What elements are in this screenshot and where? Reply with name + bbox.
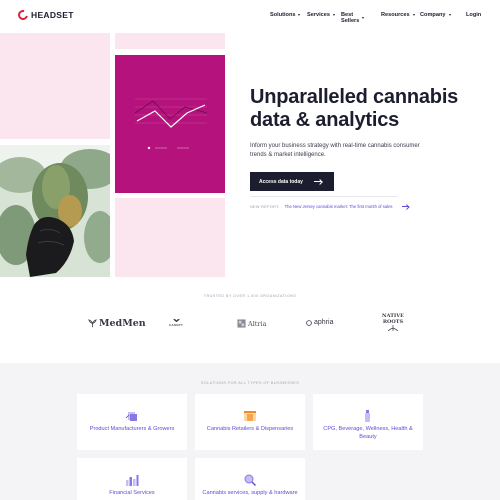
trusted-label: TRUSTED BY OVER 1,000 ORGANIZATIONS [203, 294, 297, 298]
solution-card-label: Cannabis Retailers & Dispensaries [206, 426, 294, 432]
canopy-logo-text: CANOPY [169, 323, 184, 327]
solution-card-services[interactable]: Cannabis services, supply & hardware [195, 458, 305, 500]
cannabis-photo [0, 145, 110, 277]
chevron-down-icon [412, 14, 415, 16]
nav-resources-label: Resources [381, 12, 410, 18]
magnify-icon [243, 473, 257, 486]
chevron-down-icon [333, 14, 336, 16]
chevron-down-icon [448, 14, 451, 16]
roots-icon [387, 325, 399, 331]
login-link[interactable]: Login [466, 12, 481, 18]
store-icon [243, 409, 257, 421]
arrow-right-icon [314, 181, 322, 182]
new-report-link[interactable]: NEW REPORT: The New Jersey cannabis mark… [250, 204, 409, 209]
solution-card-label: Financial Services [109, 490, 155, 496]
line-graph-illustration [134, 98, 208, 150]
solution-card-cpg[interactable]: CPG, Beverage, Wellness, Health & Beauty [313, 394, 423, 450]
solution-card-manufacturers[interactable]: Product Manufacturers & Growers [77, 394, 187, 450]
native-roots-logo-text: NATIVE ROOTS [382, 313, 404, 325]
chevron-down-icon [362, 17, 365, 19]
chart-icon [125, 473, 139, 486]
brand-name: HEADSET [31, 10, 74, 20]
solution-card-financial[interactable]: Financial Services [77, 458, 187, 500]
canopy-logo: CANOPY [169, 318, 183, 327]
altria-logo-text: Altria [248, 319, 267, 328]
hero-pink-tile [115, 33, 225, 49]
medmen-logo-text: MedMen [99, 318, 146, 329]
box-icon [125, 409, 139, 421]
hero-chart-tile [115, 55, 225, 193]
nav-best-sellers-label: Best Sellers [341, 12, 360, 24]
hero-title: Unparalleled cannabis data & analytics [250, 86, 459, 131]
solution-card-label: CPG, Beverage, Wellness, Health & Beauty [323, 426, 413, 440]
access-data-label: Access data today [259, 178, 303, 185]
hero-pink-tile [0, 33, 110, 139]
bottle-icon [361, 409, 375, 422]
nav-solutions-label: Solutions [270, 12, 296, 18]
solutions-label: SOLUTIONS FOR ALL TYPES OF BUSINESSES [200, 381, 300, 385]
chevron-down-icon [298, 14, 301, 16]
nav-services-label: Services [307, 12, 331, 18]
nav-services[interactable]: Services [307, 12, 336, 18]
solution-card-retailers[interactable]: Cannabis Retailers & Dispensaries [195, 394, 305, 450]
hero-pink-tile [115, 198, 225, 277]
nav-company-label: Company [420, 12, 446, 18]
headset-logo-icon [16, 8, 30, 22]
solution-card-label: Product Manufacturers & Growers [89, 426, 175, 432]
medmen-logo: MedMen [88, 318, 146, 329]
nav-best-sellers[interactable]: Best Sellers [341, 12, 365, 24]
nav-resources[interactable]: Resources [381, 12, 415, 18]
aphria-logo: aphria [306, 319, 333, 326]
new-report-label: NEW REPORT: [250, 204, 280, 209]
top-nav: HEADSET Solutions Services Best Sellers … [0, 0, 500, 32]
leaf-icon [88, 319, 97, 328]
aphria-mark-icon [306, 319, 312, 326]
access-data-button[interactable]: Access data today [250, 172, 334, 191]
altria-logo: Altria [237, 319, 266, 328]
gloved-hand-cannabis-image [0, 145, 110, 277]
headset-logo[interactable]: HEADSET [16, 8, 74, 22]
arrow-right-icon [401, 206, 409, 207]
aphria-logo-text: aphria [314, 319, 334, 326]
native-roots-logo: NATIVE ROOTS [380, 313, 406, 331]
solution-card-label: Cannabis services, supply & hardware [202, 490, 298, 496]
altria-mark-icon [237, 319, 246, 328]
hero-subtitle: Inform your business strategy with real-… [250, 143, 420, 158]
nav-solutions[interactable]: Solutions [270, 12, 301, 18]
new-report-title: The New Jersey cannabis market: The firs… [284, 204, 393, 209]
nav-company[interactable]: Company [420, 12, 451, 18]
divider [250, 196, 398, 197]
